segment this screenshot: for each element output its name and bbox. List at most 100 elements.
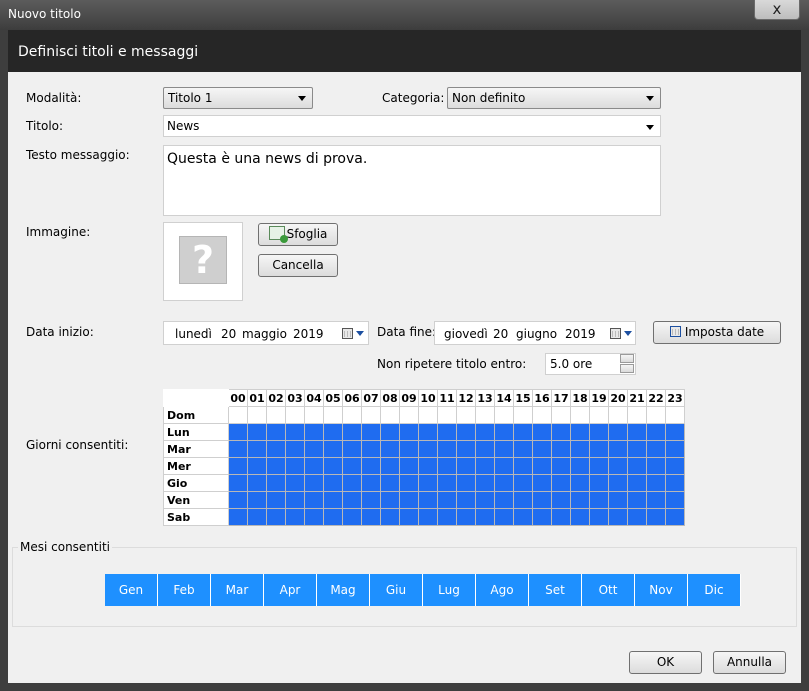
schedule-cell[interactable] [665, 440, 685, 458]
day-label[interactable]: Mer [163, 457, 229, 475]
schedule-cell[interactable] [342, 508, 362, 526]
schedule-cell[interactable] [608, 423, 628, 441]
categoria-select[interactable]: Non definito [447, 87, 661, 109]
schedule-cell[interactable] [532, 440, 552, 458]
schedule-cell[interactable] [532, 508, 552, 526]
schedule-cell[interactable] [342, 440, 362, 458]
schedule-cell[interactable] [437, 457, 457, 475]
schedule-cell[interactable] [437, 491, 457, 509]
schedule-cell[interactable] [475, 508, 495, 526]
schedule-cell[interactable] [513, 457, 533, 475]
schedule-cell[interactable] [361, 440, 381, 458]
schedule-cell[interactable] [437, 440, 457, 458]
schedule-cell[interactable] [532, 423, 552, 441]
schedule-cell[interactable] [418, 474, 438, 492]
schedule-cell[interactable] [399, 508, 419, 526]
schedule-cell[interactable] [551, 474, 571, 492]
schedule-cell[interactable] [380, 423, 400, 441]
schedule-cell[interactable] [323, 457, 343, 475]
schedule-cell[interactable] [456, 491, 476, 509]
schedule-cell[interactable] [589, 406, 609, 424]
hour-header[interactable]: 23 [665, 389, 685, 407]
month-toggle[interactable]: Ago [476, 574, 529, 606]
schedule-cell[interactable] [342, 457, 362, 475]
schedule-cell[interactable] [361, 457, 381, 475]
month-toggle[interactable]: Mag [317, 574, 370, 606]
schedule-cell[interactable] [513, 440, 533, 458]
hour-header[interactable]: 02 [266, 389, 286, 407]
schedule-cell[interactable] [418, 508, 438, 526]
schedule-cell[interactable] [532, 491, 552, 509]
schedule-cell[interactable] [665, 491, 685, 509]
schedule-cell[interactable] [285, 474, 305, 492]
schedule-cell[interactable] [399, 423, 419, 441]
schedule-cell[interactable] [494, 406, 514, 424]
hour-header[interactable]: 22 [646, 389, 666, 407]
schedule-cell[interactable] [551, 491, 571, 509]
schedule-cell[interactable] [570, 406, 590, 424]
schedule-cell[interactable] [608, 474, 628, 492]
schedule-cell[interactable] [627, 406, 647, 424]
schedule-cell[interactable] [342, 423, 362, 441]
imposta-date-button[interactable]: Imposta date [653, 321, 781, 344]
schedule-cell[interactable] [247, 474, 267, 492]
schedule-cell[interactable] [665, 406, 685, 424]
schedule-cell[interactable] [513, 423, 533, 441]
schedule-cell[interactable] [285, 440, 305, 458]
image-preview[interactable]: ? [163, 222, 243, 301]
schedule-cell[interactable] [589, 491, 609, 509]
hour-header[interactable]: 15 [513, 389, 533, 407]
hour-header[interactable]: 12 [456, 389, 476, 407]
schedule-cell[interactable] [266, 474, 286, 492]
schedule-cell[interactable] [627, 491, 647, 509]
schedule-cell[interactable] [342, 474, 362, 492]
schedule-cell[interactable] [361, 406, 381, 424]
schedule-cell[interactable] [399, 406, 419, 424]
schedule-cell[interactable] [646, 423, 666, 441]
schedule-cell[interactable] [513, 508, 533, 526]
schedule-cell[interactable] [665, 508, 685, 526]
month-toggle[interactable]: Lug [423, 574, 476, 606]
schedule-cell[interactable] [627, 508, 647, 526]
spin-down-icon[interactable] [620, 364, 634, 373]
schedule-cell[interactable] [608, 406, 628, 424]
schedule-cell[interactable] [589, 474, 609, 492]
schedule-cell[interactable] [285, 423, 305, 441]
schedule-cell[interactable] [608, 491, 628, 509]
schedule-cell[interactable] [456, 457, 476, 475]
hour-header[interactable]: 09 [399, 389, 419, 407]
schedule-cell[interactable] [418, 491, 438, 509]
schedule-cell[interactable] [570, 491, 590, 509]
schedule-cell[interactable] [247, 440, 267, 458]
schedule-cell[interactable] [380, 491, 400, 509]
day-label[interactable]: Sab [163, 508, 229, 526]
month-toggle[interactable]: Giu [370, 574, 423, 606]
schedule-cell[interactable] [551, 440, 571, 458]
schedule-cell[interactable] [570, 474, 590, 492]
schedule-cell[interactable] [247, 491, 267, 509]
schedule-cell[interactable] [228, 491, 248, 509]
schedule-cell[interactable] [380, 440, 400, 458]
day-label[interactable]: Mar [163, 440, 229, 458]
schedule-cell[interactable] [304, 423, 324, 441]
month-toggle[interactable]: Set [529, 574, 582, 606]
schedule-cell[interactable] [304, 508, 324, 526]
hour-header[interactable]: 10 [418, 389, 438, 407]
schedule-cell[interactable] [494, 491, 514, 509]
schedule-cell[interactable] [399, 457, 419, 475]
schedule-cell[interactable] [494, 440, 514, 458]
schedule-cell[interactable] [437, 406, 457, 424]
schedule-cell[interactable] [570, 440, 590, 458]
month-toggle[interactable]: Mar [211, 574, 264, 606]
hour-header[interactable]: 05 [323, 389, 343, 407]
schedule-cell[interactable] [494, 457, 514, 475]
schedule-cell[interactable] [361, 474, 381, 492]
schedule-cell[interactable] [513, 474, 533, 492]
hour-header[interactable]: 18 [570, 389, 590, 407]
schedule-cell[interactable] [570, 423, 590, 441]
hour-header[interactable]: 16 [532, 389, 552, 407]
hour-header[interactable]: 14 [494, 389, 514, 407]
schedule-cell[interactable] [399, 491, 419, 509]
schedule-cell[interactable] [399, 474, 419, 492]
schedule-cell[interactable] [608, 440, 628, 458]
